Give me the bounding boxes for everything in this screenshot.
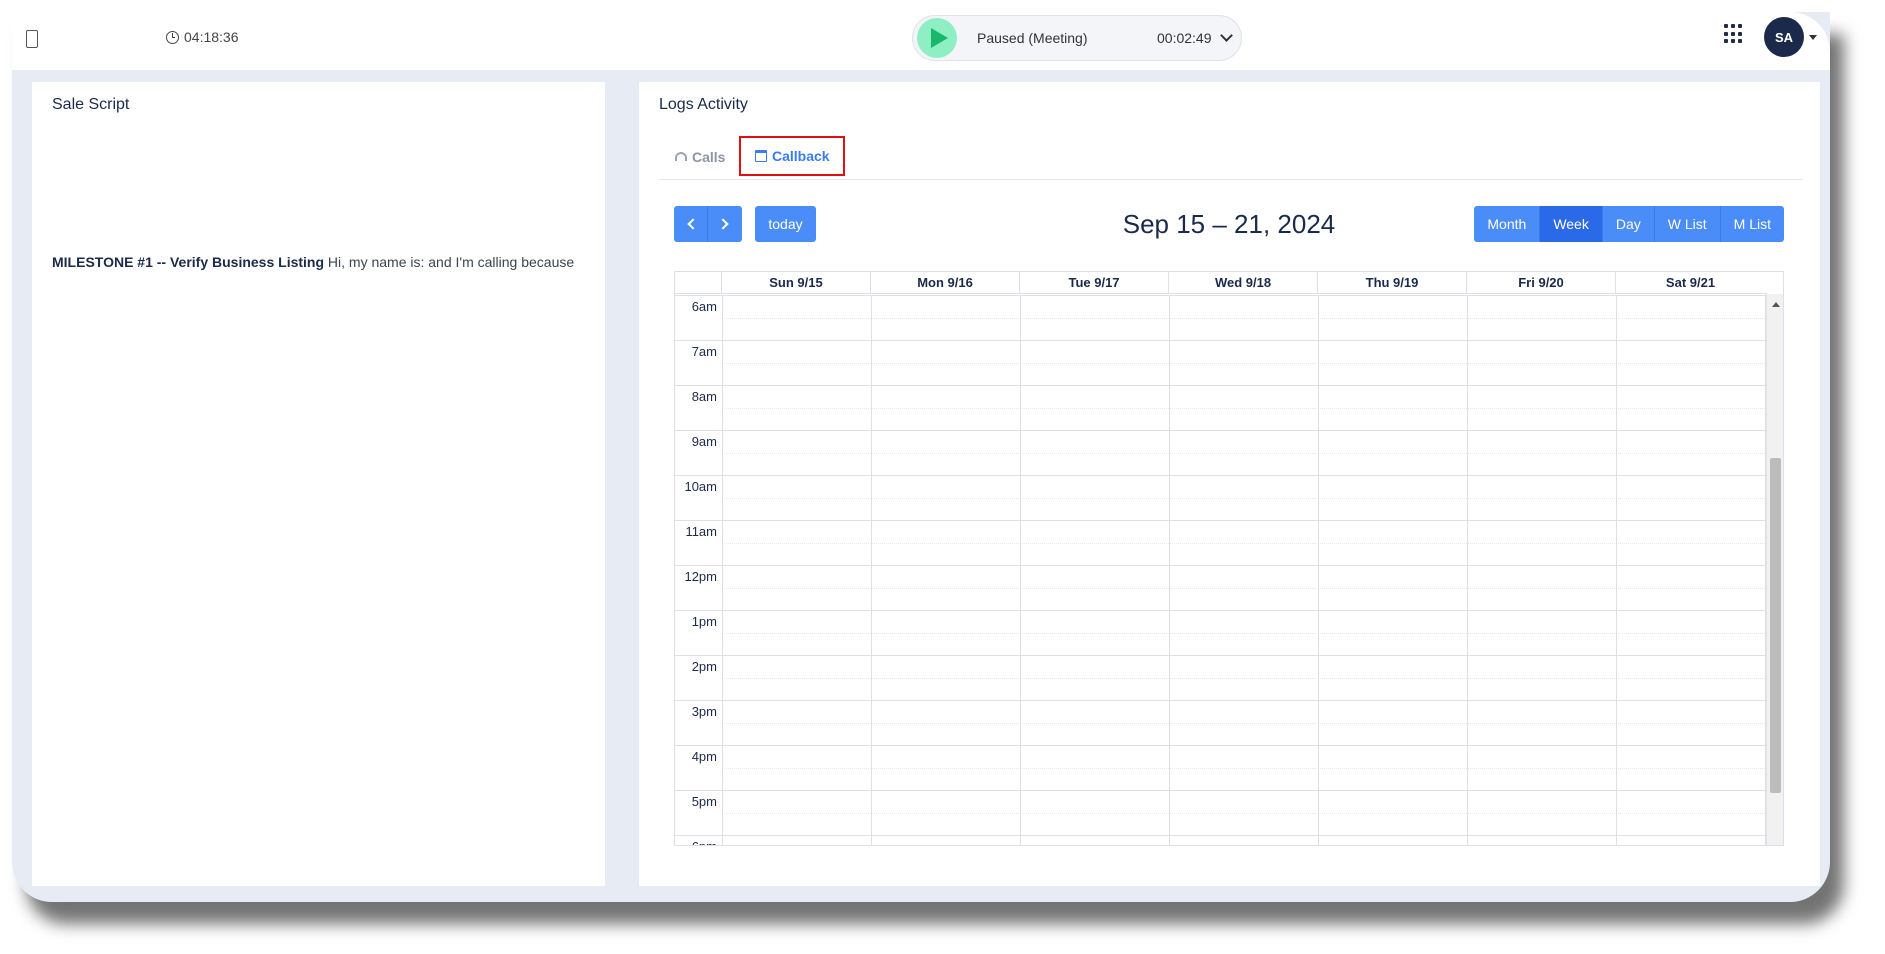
app-frame: 04:18:36 Paused (Meeting) 00:02:49 SA Sa…: [12, 12, 1830, 902]
today-button[interactable]: today: [755, 206, 816, 242]
user-avatar[interactable]: SA: [1764, 17, 1804, 57]
day-column-divider: [722, 295, 723, 845]
tab-callback[interactable]: Callback: [739, 136, 845, 176]
view-day-button[interactable]: Day: [1602, 206, 1655, 242]
day-header-sat: Sat 9/21: [1665, 275, 1716, 290]
next-week-button[interactable]: [708, 206, 742, 242]
time-label: 1pm: [691, 614, 717, 629]
day-header-sun: Sun 9/15: [722, 272, 871, 293]
day-column-divider: [1616, 295, 1617, 845]
time-label: 12pm: [684, 569, 717, 584]
time-slot[interactable]: 4pm: [675, 745, 1767, 790]
time-label: 4pm: [691, 749, 717, 764]
time-label: 9am: [691, 434, 717, 449]
time-slot[interactable]: 7am: [675, 340, 1767, 385]
chevron-left-icon: [686, 218, 699, 230]
day-column-divider: [1169, 295, 1170, 845]
time-label: 3pm: [691, 704, 717, 719]
logs-activity-title: Logs Activity: [659, 96, 748, 113]
sale-script-title: Sale Script: [52, 96, 130, 113]
caret-down-icon[interactable]: [1809, 35, 1817, 40]
time-slot[interactable]: 6pm: [675, 835, 1767, 845]
sale-script-panel: Sale Script MILESTONE #1 -- Verify Busin…: [32, 82, 605, 886]
logs-activity-panel: Logs Activity Calls Callback today Sep 1…: [639, 82, 1820, 886]
day-column-divider: [1020, 295, 1021, 845]
session-timer-value: 04:18:36: [184, 29, 239, 45]
time-grid-body[interactable]: 6am 7am 8am 9am 10am 11am 12pm 1pm 2pm 3…: [675, 295, 1767, 845]
time-slot[interactable]: 1pm: [675, 610, 1767, 655]
time-slot[interactable]: 9am: [675, 430, 1767, 475]
time-label: 7am: [691, 344, 717, 359]
view-week-list-button[interactable]: W List: [1654, 206, 1721, 242]
apps-grid-icon[interactable]: [1724, 24, 1744, 44]
time-slot[interactable]: 10am: [675, 475, 1767, 520]
top-bar: 04:18:36 Paused (Meeting) 00:02:49 SA: [12, 12, 1830, 70]
calendar-icon: [755, 150, 767, 162]
calendar-scrollbar[interactable]: [1766, 294, 1783, 845]
day-column-divider: [1467, 295, 1468, 845]
script-body: Hi, my name is: and I'm calling because: [324, 254, 575, 270]
prev-week-button[interactable]: [674, 206, 708, 242]
agent-status-dropdown[interactable]: Paused (Meeting) 00:02:49: [912, 15, 1242, 61]
tab-calls-label: Calls: [692, 148, 726, 165]
time-label: 6pm: [675, 839, 717, 845]
status-timer: 00:02:49: [1157, 30, 1212, 46]
day-header-thu: Thu 9/19: [1318, 272, 1467, 293]
day-header-row: Sun 9/15 Mon 9/16 Tue 9/17 Wed 9/18 Thu …: [675, 272, 1767, 294]
phone-icon[interactable]: [26, 30, 38, 48]
day-header-tue: Tue 9/17: [1020, 272, 1169, 293]
day-column-divider: [1318, 295, 1319, 845]
week-calendar-grid: Sun 9/15 Mon 9/16 Tue 9/17 Wed 9/18 Thu …: [674, 271, 1784, 846]
chevron-down-icon[interactable]: [1219, 29, 1233, 42]
calendar-nav-group: [674, 206, 742, 242]
day-header-wed: Wed 9/18: [1169, 272, 1318, 293]
day-column-divider: [871, 295, 872, 845]
day-header-fri: Fri 9/20: [1467, 272, 1616, 293]
status-label: Paused (Meeting): [977, 30, 1088, 46]
scroll-up-arrow-icon[interactable]: [1772, 302, 1780, 307]
view-month-list-button[interactable]: M List: [1720, 206, 1784, 242]
time-slot[interactable]: 8am: [675, 385, 1767, 430]
time-slot[interactable]: 3pm: [675, 700, 1767, 745]
time-slot[interactable]: 6am: [675, 295, 1767, 340]
time-label: 8am: [691, 389, 717, 404]
time-label: 2pm: [691, 659, 717, 674]
time-slot[interactable]: 11am: [675, 520, 1767, 565]
resume-play-button[interactable]: [917, 18, 957, 58]
calendar-toolbar: today Sep 15 – 21, 2024 Month Week Day W…: [674, 206, 1784, 242]
day-header-mon: Mon 9/16: [871, 272, 1020, 293]
time-label: 6am: [691, 299, 717, 314]
chevron-right-icon: [717, 218, 729, 230]
view-month-button[interactable]: Month: [1474, 206, 1541, 242]
time-slot[interactable]: 5pm: [675, 790, 1767, 835]
time-label: 11am: [685, 524, 717, 539]
headset-icon: [675, 152, 687, 161]
logs-tabs: Calls Callback: [659, 136, 1803, 180]
time-label: 5pm: [691, 794, 717, 809]
time-gutter-header: [675, 272, 722, 293]
sale-script-content: MILESTONE #1 -- Verify Business Listing …: [52, 254, 574, 270]
clock-icon: [166, 30, 179, 44]
time-label: 10am: [684, 479, 717, 494]
tab-calls[interactable]: Calls: [675, 136, 725, 177]
calendar-view-group: Month Week Day W List M List: [1474, 206, 1784, 242]
milestone-heading: MILESTONE #1 -- Verify Business Listing: [52, 254, 325, 270]
session-timer: 04:18:36: [166, 29, 239, 45]
time-slot[interactable]: 2pm: [675, 655, 1767, 700]
time-slot[interactable]: 12pm: [675, 565, 1767, 610]
scrollbar-thumb[interactable]: [1770, 458, 1781, 793]
view-week-button[interactable]: Week: [1540, 206, 1603, 242]
tab-callback-label: Callback: [772, 148, 830, 164]
